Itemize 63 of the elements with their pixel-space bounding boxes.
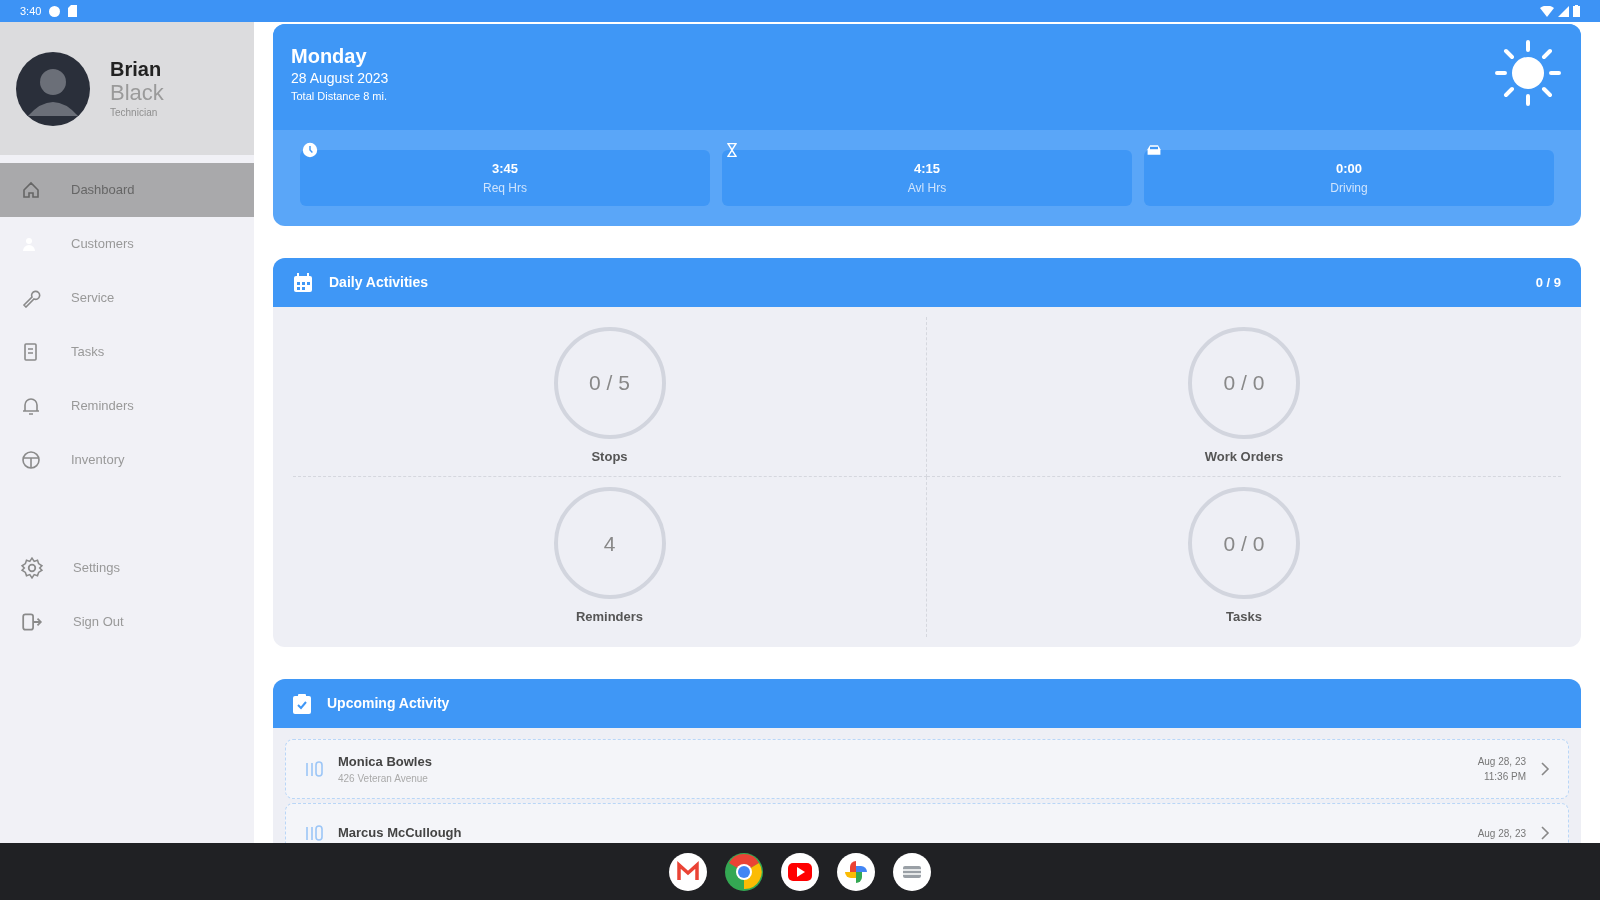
activity-row[interactable]: Monica Bowles 426 Veteran Avenue Aug 28, 23 11:36 PM — [285, 739, 1569, 799]
activity-date: Aug 28, 23 — [1477, 826, 1526, 841]
date-text: 28 August 2023 — [291, 69, 389, 88]
sidebar-item[interactable]: Service — [0, 271, 254, 325]
browser-icon[interactable] — [725, 852, 763, 891]
stat-label: Driving — [1330, 179, 1368, 197]
bell-icon — [21, 396, 41, 416]
pinwheel-icon[interactable] — [837, 852, 875, 891]
sidebar-item[interactable]: Settings — [0, 541, 254, 595]
panel-title: Daily Activities — [329, 273, 430, 292]
activity-label: Work Orders — [1204, 447, 1284, 466]
wifi-icon — [1540, 5, 1554, 17]
exit-icon — [21, 611, 43, 633]
notification-icon — [49, 5, 61, 17]
sidebar-item[interactable]: Dashboard — [0, 163, 254, 217]
stat-value: 4:15 — [914, 160, 940, 179]
clipboard-check-icon — [293, 693, 311, 714]
progress-ring: 0 / 0 — [1188, 487, 1300, 600]
activity-date: Aug 28, 23 — [1477, 755, 1526, 769]
menu-icon[interactable] — [893, 852, 931, 891]
play-icon[interactable] — [781, 852, 819, 891]
settings-icon — [21, 557, 43, 579]
chevron-right-icon — [1540, 762, 1550, 776]
activities-count: 0 / 9 — [1535, 273, 1561, 292]
mail-icon[interactable] — [669, 852, 707, 891]
progress-ring: 4 — [553, 487, 666, 600]
customer-address: 426 Veteran Avenue — [338, 772, 429, 787]
sidebar-item[interactable]: Sign Out — [0, 595, 254, 649]
sidebar-item[interactable]: Reminders — [0, 379, 254, 433]
chevron-right-icon — [1540, 826, 1550, 840]
profile-first-name: Brian — [110, 57, 163, 81]
profile-role: Technician — [110, 106, 159, 120]
day-title: Monday — [291, 44, 368, 68]
progress-ring: 0 / 0 — [1188, 326, 1300, 439]
profile-last-name: Black — [110, 81, 164, 105]
activity-label: Reminders — [575, 608, 644, 627]
tally-icon — [304, 823, 324, 843]
sun-icon — [1495, 40, 1561, 106]
customer-name: Monica Bowles — [338, 752, 433, 771]
sidebar-item[interactable]: Customers — [0, 217, 254, 271]
stat-label: Req Hrs — [483, 179, 527, 197]
sd-card-icon — [68, 5, 78, 17]
battery-icon — [1573, 5, 1580, 17]
customer-name: Marcus McCullough — [338, 824, 463, 843]
activity-label: Stops — [591, 447, 628, 466]
distance-text: Total Distance 8 mi. — [291, 89, 388, 104]
stat-label: Avl Hrs — [907, 179, 947, 197]
panel-title: Upcoming Activity — [327, 694, 450, 713]
sidebar-item[interactable]: Tasks — [0, 325, 254, 379]
activity-row[interactable]: Marcus McCullough Aug 28, 23 — [285, 803, 1569, 843]
status-time: 3:40 — [20, 3, 42, 19]
wrench-icon — [21, 288, 41, 308]
activity-time: 11:36 PM — [1483, 770, 1526, 784]
progress-ring: 0 / 5 — [553, 326, 666, 439]
signal-icon — [1558, 5, 1569, 17]
tally-icon — [304, 759, 324, 779]
calendar-icon — [293, 272, 313, 293]
sidebar-item[interactable]: Inventory — [0, 433, 254, 487]
home-icon — [21, 180, 41, 200]
stat-value: 3:45 — [492, 160, 518, 179]
hourglass-icon — [724, 142, 740, 158]
activity-label: Tasks — [1226, 608, 1262, 627]
stat-value: 0:00 — [1336, 160, 1362, 179]
